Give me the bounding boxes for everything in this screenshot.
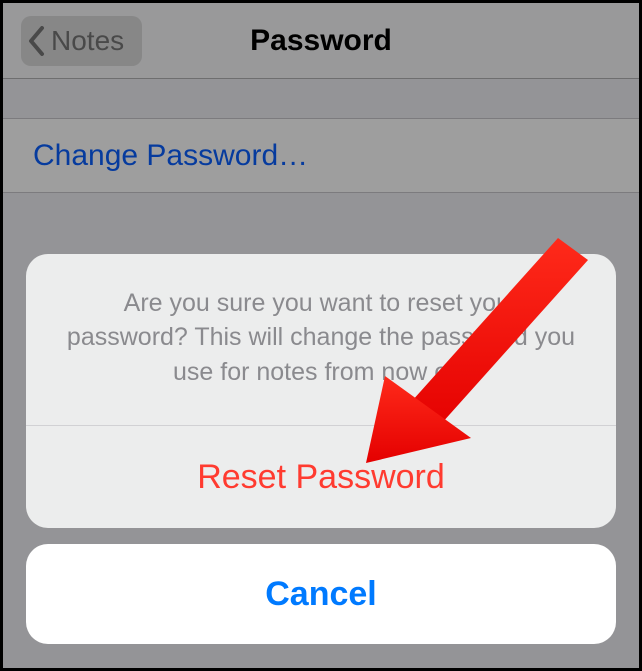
cancel-button[interactable]: Cancel [26,544,616,644]
action-sheet-main: Are you sure you want to reset your pass… [26,254,616,529]
action-sheet-message: Are you sure you want to reset your pass… [26,254,616,426]
action-sheet: Are you sure you want to reset your pass… [26,254,616,645]
reset-password-button[interactable]: Reset Password [26,426,616,528]
